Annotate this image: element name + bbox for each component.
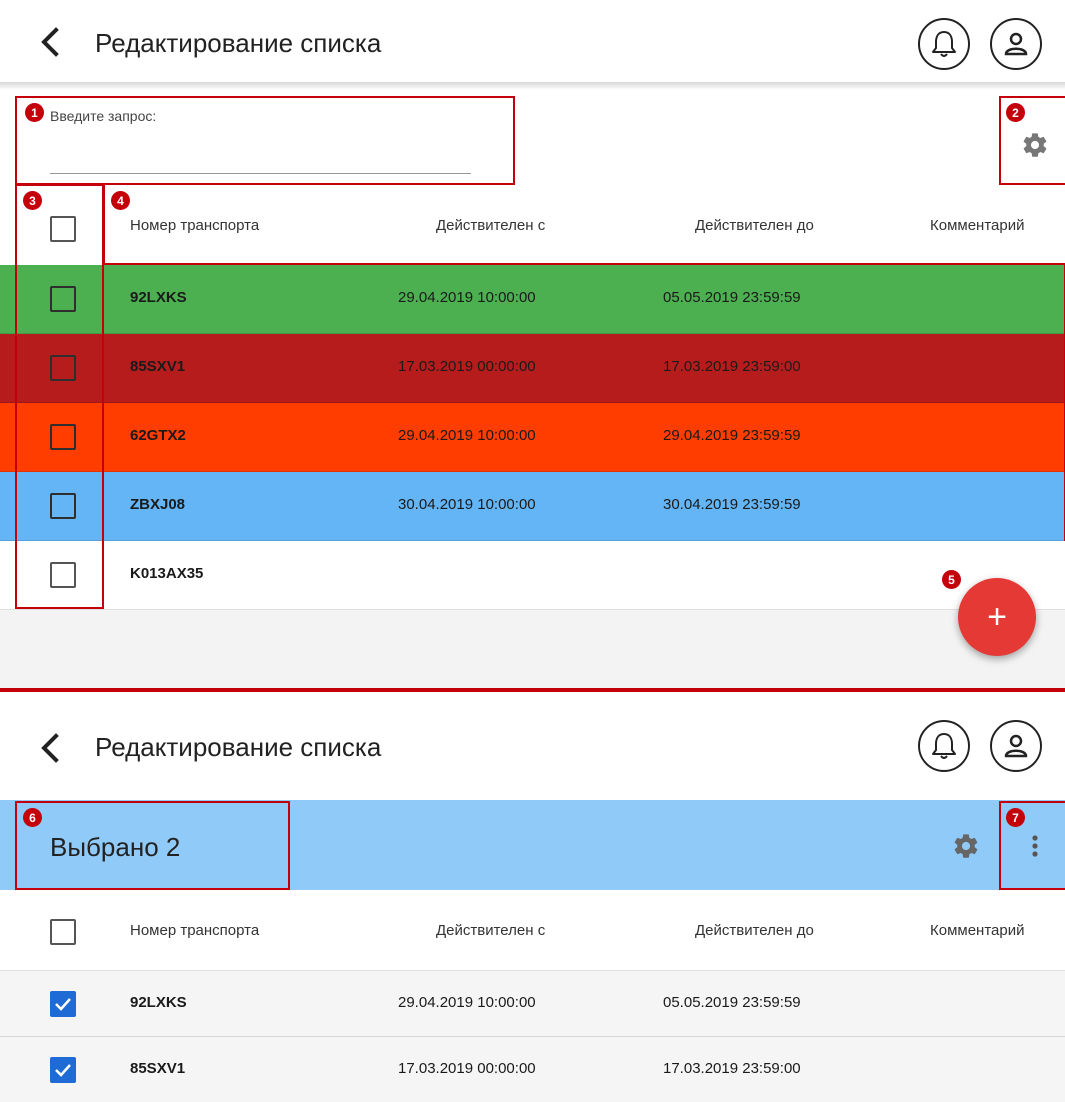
table-row[interactable]: 62GTX2 29.04.2019 10:00:00 29.04.2019 23… xyxy=(0,403,1065,472)
table-row[interactable]: 92LXKS 29.04.2019 10:00:00 05.05.2019 23… xyxy=(0,265,1065,334)
user-icon xyxy=(1004,32,1028,56)
annotation-marker-6: 6 xyxy=(23,808,42,827)
cell-number: 92LXKS xyxy=(130,289,187,306)
cell-valid-to: 17.03.2019 23:59:00 xyxy=(663,1060,801,1077)
table-row-selected[interactable]: 92LXKS 29.04.2019 10:00:00 05.05.2019 23… xyxy=(0,971,1065,1037)
plus-icon: + xyxy=(987,597,1007,636)
cell-valid-to: 30.04.2019 23:59:59 xyxy=(663,496,801,513)
annotation-box-search xyxy=(15,96,515,185)
account-button[interactable] xyxy=(990,18,1042,70)
table-header: Номер транспорта Действителен с Действит… xyxy=(0,186,1065,266)
select-all-checkbox[interactable] xyxy=(50,919,76,945)
annotation-line-header xyxy=(103,184,105,265)
annotation-marker-2: 2 xyxy=(1006,103,1025,122)
account-button[interactable] xyxy=(990,720,1042,772)
row-checkbox-checked[interactable] xyxy=(50,991,76,1017)
add-button[interactable]: + xyxy=(958,578,1036,656)
column-header-comment[interactable]: Комментарий xyxy=(930,922,1024,939)
app-bar-top: Редактирование списка xyxy=(0,0,1065,86)
table-row-selected[interactable]: 85SXV1 17.03.2019 00:00:00 17.03.2019 23… xyxy=(0,1037,1065,1102)
annotation-box-checkboxes xyxy=(15,184,104,609)
cell-valid-to: 05.05.2019 23:59:59 xyxy=(663,289,801,306)
cell-number: K013AX35 xyxy=(130,565,204,582)
cell-number: 85SXV1 xyxy=(130,1060,186,1077)
annotation-marker-5: 5 xyxy=(942,570,961,589)
column-header-number[interactable]: Номер транспорта xyxy=(130,217,259,234)
annotation-marker-7: 7 xyxy=(1006,808,1025,827)
table-row[interactable]: 85SXV1 17.03.2019 00:00:00 17.03.2019 23… xyxy=(0,334,1065,403)
chevron-left-icon xyxy=(41,27,59,57)
cell-number: 92LXKS xyxy=(130,994,187,1011)
column-header-valid-to[interactable]: Действителен до xyxy=(695,217,814,234)
notifications-button[interactable] xyxy=(918,720,970,772)
annotation-line-rows-top xyxy=(103,263,1065,265)
column-header-comment[interactable]: Комментарий xyxy=(930,217,1024,234)
column-header-valid-from[interactable]: Действителен с xyxy=(436,922,545,939)
check-icon xyxy=(55,1064,71,1077)
column-header-number[interactable]: Номер транспорта xyxy=(130,922,259,939)
cell-valid-to: 17.03.2019 23:59:00 xyxy=(663,358,801,375)
page-title: Редактирование списка xyxy=(95,732,382,762)
cell-valid-from: 29.04.2019 10:00:00 xyxy=(398,994,536,1011)
check-icon xyxy=(55,998,71,1011)
list-footer-area xyxy=(0,610,1065,688)
appbar-shadow xyxy=(0,82,1065,90)
bell-icon xyxy=(932,31,956,57)
back-button[interactable] xyxy=(30,22,70,62)
cell-number: 85SXV1 xyxy=(130,358,186,375)
annotation-marker-1: 1 xyxy=(25,103,44,122)
cell-valid-from: 29.04.2019 10:00:00 xyxy=(398,289,536,306)
table-row[interactable]: K013AX35 xyxy=(0,541,1065,610)
cell-number: ZBXJ08 xyxy=(130,496,186,513)
annotation-marker-4: 4 xyxy=(111,191,130,210)
bell-icon xyxy=(932,733,956,759)
cell-valid-from: 30.04.2019 10:00:00 xyxy=(398,496,536,513)
gear-icon xyxy=(954,834,978,858)
cell-valid-from: 17.03.2019 00:00:00 xyxy=(398,358,536,375)
cell-number: 62GTX2 xyxy=(130,427,186,444)
app-bar-bottom: Редактирование списка xyxy=(0,700,1065,800)
cell-valid-from: 29.04.2019 10:00:00 xyxy=(398,427,536,444)
user-icon xyxy=(1004,734,1028,758)
notifications-button[interactable] xyxy=(918,18,970,70)
annotation-box-selection-count xyxy=(15,801,290,890)
annotation-marker-3: 3 xyxy=(23,191,42,210)
table-row[interactable]: ZBXJ08 30.04.2019 10:00:00 30.04.2019 23… xyxy=(0,472,1065,541)
back-button[interactable] xyxy=(30,728,70,768)
screen-divider xyxy=(0,688,1065,692)
settings-button[interactable] xyxy=(950,830,982,862)
cell-valid-to: 05.05.2019 23:59:59 xyxy=(663,994,801,1011)
column-header-valid-from[interactable]: Действителен с xyxy=(436,217,545,234)
column-header-valid-to[interactable]: Действителен до xyxy=(695,922,814,939)
chevron-left-icon xyxy=(41,733,59,763)
page-title: Редактирование списка xyxy=(95,28,382,58)
row-checkbox-checked[interactable] xyxy=(50,1057,76,1083)
cell-valid-to: 29.04.2019 23:59:59 xyxy=(663,427,801,444)
cell-valid-from: 17.03.2019 00:00:00 xyxy=(398,1060,536,1077)
table-header: Номер транспорта Действителен с Действит… xyxy=(0,890,1065,971)
